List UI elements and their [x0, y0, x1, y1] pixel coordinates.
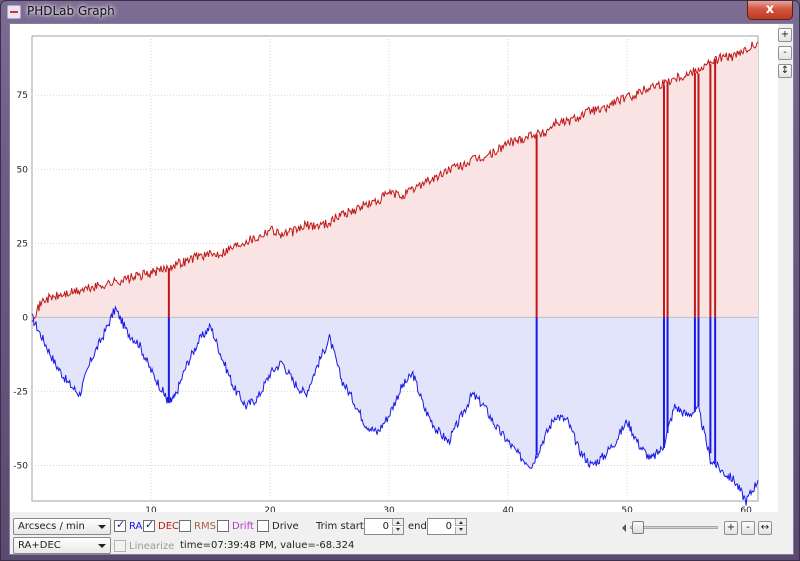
window-title: PHDLab Graph [27, 4, 115, 18]
title-bar[interactable]: PHDLab Graph x [1, 1, 799, 23]
trim-end-value: 0 [445, 521, 452, 532]
rms-checkbox[interactable]: RMS [179, 518, 216, 534]
dec-checkbox[interactable]: DEC [143, 518, 179, 534]
y-tick-label: 0 [22, 313, 28, 323]
linearize-checkbox[interactable]: Linearize [114, 538, 174, 554]
horizontal-scrollbar[interactable] [622, 521, 724, 534]
checkbox-box[interactable] [114, 518, 126, 532]
trim-start-value: 0 [382, 521, 389, 532]
zoom-panel: + - ↕ [777, 28, 795, 82]
spin-up-icon[interactable] [392, 519, 403, 526]
chevron-down-icon [98, 525, 106, 529]
y-tick-label: 75 [17, 91, 28, 101]
drive-checkbox[interactable]: Drive [257, 518, 299, 534]
client-area: 10 20 30 40 50 60 75 50 25 0 -25 -50 + - ↕ Arcsecs … [9, 23, 794, 555]
app-icon [7, 5, 21, 19]
zoom-out-button[interactable]: - [778, 46, 792, 60]
y-tick-label: -50 [13, 461, 28, 471]
chevron-down-icon [98, 544, 106, 548]
zoom-in-button[interactable]: + [778, 28, 792, 42]
checkbox-box[interactable] [114, 540, 126, 552]
x-zoom-out-button[interactable]: - [741, 521, 755, 535]
checkbox-box[interactable] [217, 520, 229, 532]
guide-graph[interactable]: 10 20 30 40 50 607550250-25-50 [10, 24, 778, 512]
rms-label: RMS [194, 520, 216, 532]
spin-up-icon[interactable] [455, 519, 466, 526]
ra-checkbox[interactable]: RA [114, 518, 142, 534]
control-bar: Arcsecs / min RA+DEC RA DEC RMS Dri [10, 512, 795, 556]
x-zoom-in-button[interactable]: + [724, 521, 738, 535]
linearize-label: Linearize [129, 540, 175, 552]
scroll-left-icon[interactable] [622, 524, 626, 532]
y-tick-label: 50 [17, 165, 29, 175]
status-readout: time=07:39:48 PM, value=-68.324 [180, 540, 355, 551]
ra-label: RA [129, 520, 143, 532]
app-window: PHDLab Graph x 10 20 30 40 50 60 75 50 25 0 -25 -50… [0, 0, 800, 561]
trim-start-spinner[interactable]: 0 [364, 518, 404, 535]
y-tick-label: -25 [13, 387, 28, 397]
trim-start-label: Trim start: [316, 521, 368, 532]
units-select[interactable]: Arcsecs / min [13, 518, 111, 535]
y-tick-label: 25 [17, 239, 28, 249]
units-select-value: Arcsecs / min [18, 521, 85, 532]
close-button[interactable]: x [747, 1, 793, 20]
spin-down-icon[interactable] [392, 527, 403, 534]
mode-select-value: RA+DEC [18, 540, 61, 551]
drift-checkbox[interactable]: Drift [217, 518, 254, 534]
dec-label: DEC [158, 520, 180, 532]
spin-down-icon[interactable] [455, 527, 466, 534]
drive-label: Drive [272, 520, 299, 532]
drift-label: Drift [232, 520, 254, 532]
scroll-thumb[interactable] [632, 521, 644, 534]
graph-area[interactable]: 10 20 30 40 50 60 75 50 25 0 -25 -50 [10, 24, 778, 512]
checkbox-box[interactable] [179, 520, 191, 532]
trim-end-spinner[interactable]: 0 [427, 518, 467, 535]
zoom-fit-button[interactable]: ↕ [778, 64, 792, 78]
mode-select[interactable]: RA+DEC [13, 537, 111, 554]
checkbox-box[interactable] [257, 520, 269, 532]
checkbox-box[interactable] [143, 518, 155, 532]
x-fit-button[interactable]: ↔ [758, 521, 772, 535]
